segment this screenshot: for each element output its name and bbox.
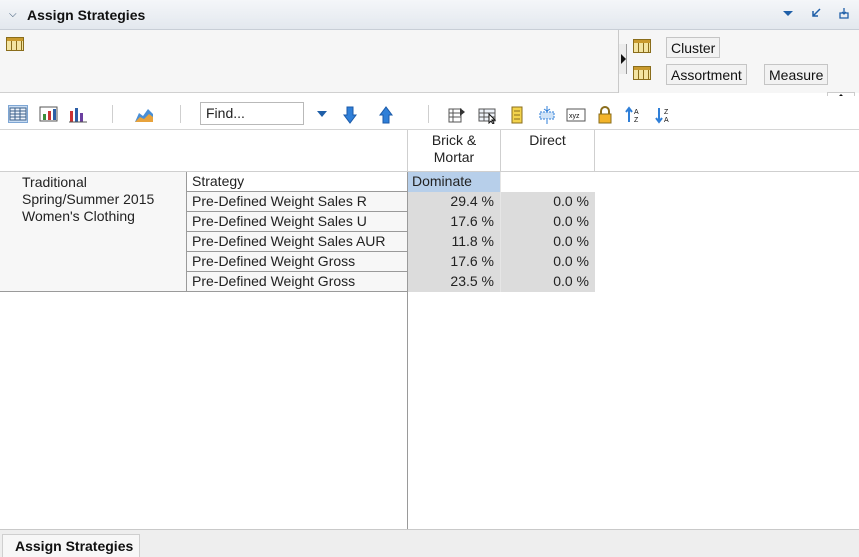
data-cell[interactable]: 0.0 % (501, 212, 595, 232)
collapse-icon[interactable]: ⌵ (9, 9, 21, 21)
data-cells: Dominate 29.4 % 0.0 % 17.6 % 0.0 % 11.8 … (408, 172, 595, 292)
strategy-cell[interactable] (501, 172, 595, 192)
tab-assign-strategies[interactable]: Assign Strategies (2, 534, 141, 557)
area-chart-icon[interactable] (134, 105, 154, 123)
measure-dimension-tile[interactable]: Measure (764, 64, 829, 85)
table-row: 29.4 % 0.0 % (408, 192, 595, 212)
select-cells-icon[interactable] (478, 106, 497, 125)
sort-descending-icon[interactable]: ZA (655, 106, 673, 124)
data-cell[interactable]: 0.0 % (501, 252, 595, 272)
toolbar-separator (180, 105, 181, 123)
find-next-icon[interactable] (343, 106, 357, 124)
column-header-row: Brick & Mortar Direct (0, 130, 859, 172)
row-header-strategy[interactable]: Strategy (187, 172, 407, 192)
toolbar-separator (112, 105, 113, 123)
grid-icon (633, 39, 651, 53)
data-cell[interactable]: 0.0 % (501, 272, 595, 292)
table-row: Dominate (408, 172, 595, 192)
svg-text:A: A (634, 109, 639, 116)
data-cell[interactable]: 23.5 % (408, 272, 501, 292)
find-previous-icon[interactable] (379, 106, 393, 124)
data-cell[interactable]: 17.6 % (408, 252, 501, 272)
sort-ascending-icon[interactable]: AZ (625, 106, 643, 124)
table-row: 23.5 % 0.0 % (408, 272, 595, 292)
data-cell[interactable]: 17.6 % (408, 212, 501, 232)
panel-title: Assign Strategies (27, 6, 146, 23)
row-header[interactable]: Pre-Defined Weight Sales U (187, 212, 407, 232)
row-group-header[interactable]: Traditional Spring/Summer 2015 Women's C… (0, 172, 187, 292)
strategy-cell-dropdown[interactable]: Dominate (408, 172, 501, 192)
row-headers: Strategy Pre-Defined Weight Sales R Pre-… (187, 172, 407, 292)
find-options-dropdown-icon[interactable] (317, 111, 327, 117)
spread-icon[interactable] (509, 106, 527, 124)
svg-text:Z: Z (664, 109, 669, 116)
grid-icon (633, 66, 651, 80)
cluster-dimension-tile[interactable]: Cluster (666, 37, 721, 58)
data-cell[interactable]: 0.0 % (501, 232, 595, 252)
data-cell[interactable]: 29.4 % (408, 192, 501, 212)
svg-text:A: A (664, 117, 669, 124)
toolbar: Find... xyz AZ ZA (0, 96, 859, 130)
column-header-brick-mortar[interactable]: Brick & Mortar (407, 130, 500, 172)
table-chart-view-icon[interactable] (39, 105, 59, 123)
lock-icon[interactable] (596, 106, 614, 124)
assortment-dimension-tile[interactable]: Assortment (666, 64, 747, 85)
table-row: 17.6 % 0.0 % (408, 252, 595, 272)
bottom-tab-bar: Assign Strategies (0, 529, 859, 557)
minimize-icon[interactable] (809, 7, 823, 23)
svg-text:Z: Z (634, 117, 639, 124)
row-header[interactable]: Pre-Defined Weight Gross (187, 252, 407, 272)
export-icon[interactable] (448, 106, 466, 124)
panel-header: ⌵ Assign Strategies (0, 0, 859, 30)
data-cell[interactable]: 11.8 % (408, 232, 501, 252)
xyz-format-icon[interactable]: xyz (566, 106, 586, 124)
dimension-panel: Cluster Assortment Measure (618, 30, 859, 100)
find-input[interactable]: Find... (200, 102, 304, 125)
data-cell[interactable]: 0.0 % (501, 192, 595, 212)
panel-toggle-handle[interactable] (619, 44, 627, 74)
split-icon[interactable] (537, 106, 555, 124)
table-view-icon[interactable] (8, 105, 28, 123)
table-row: 17.6 % 0.0 % (408, 212, 595, 232)
row-header[interactable]: Pre-Defined Weight Sales R (187, 192, 407, 212)
svg-text:xyz: xyz (569, 113, 580, 120)
detach-icon[interactable] (837, 7, 851, 23)
menu-dropdown-icon[interactable] (781, 7, 795, 23)
grid-icon[interactable] (6, 37, 24, 51)
table-row: 11.8 % 0.0 % (408, 232, 595, 252)
row-header[interactable]: Pre-Defined Weight Sales AUR (187, 232, 407, 252)
column-header-direct[interactable]: Direct (500, 130, 595, 172)
row-header[interactable]: Pre-Defined Weight Gross (187, 272, 407, 292)
toolbar-separator (428, 105, 429, 123)
chart-view-icon[interactable] (68, 105, 88, 123)
pivot-area: Cluster Assortment Measure (0, 30, 859, 100)
